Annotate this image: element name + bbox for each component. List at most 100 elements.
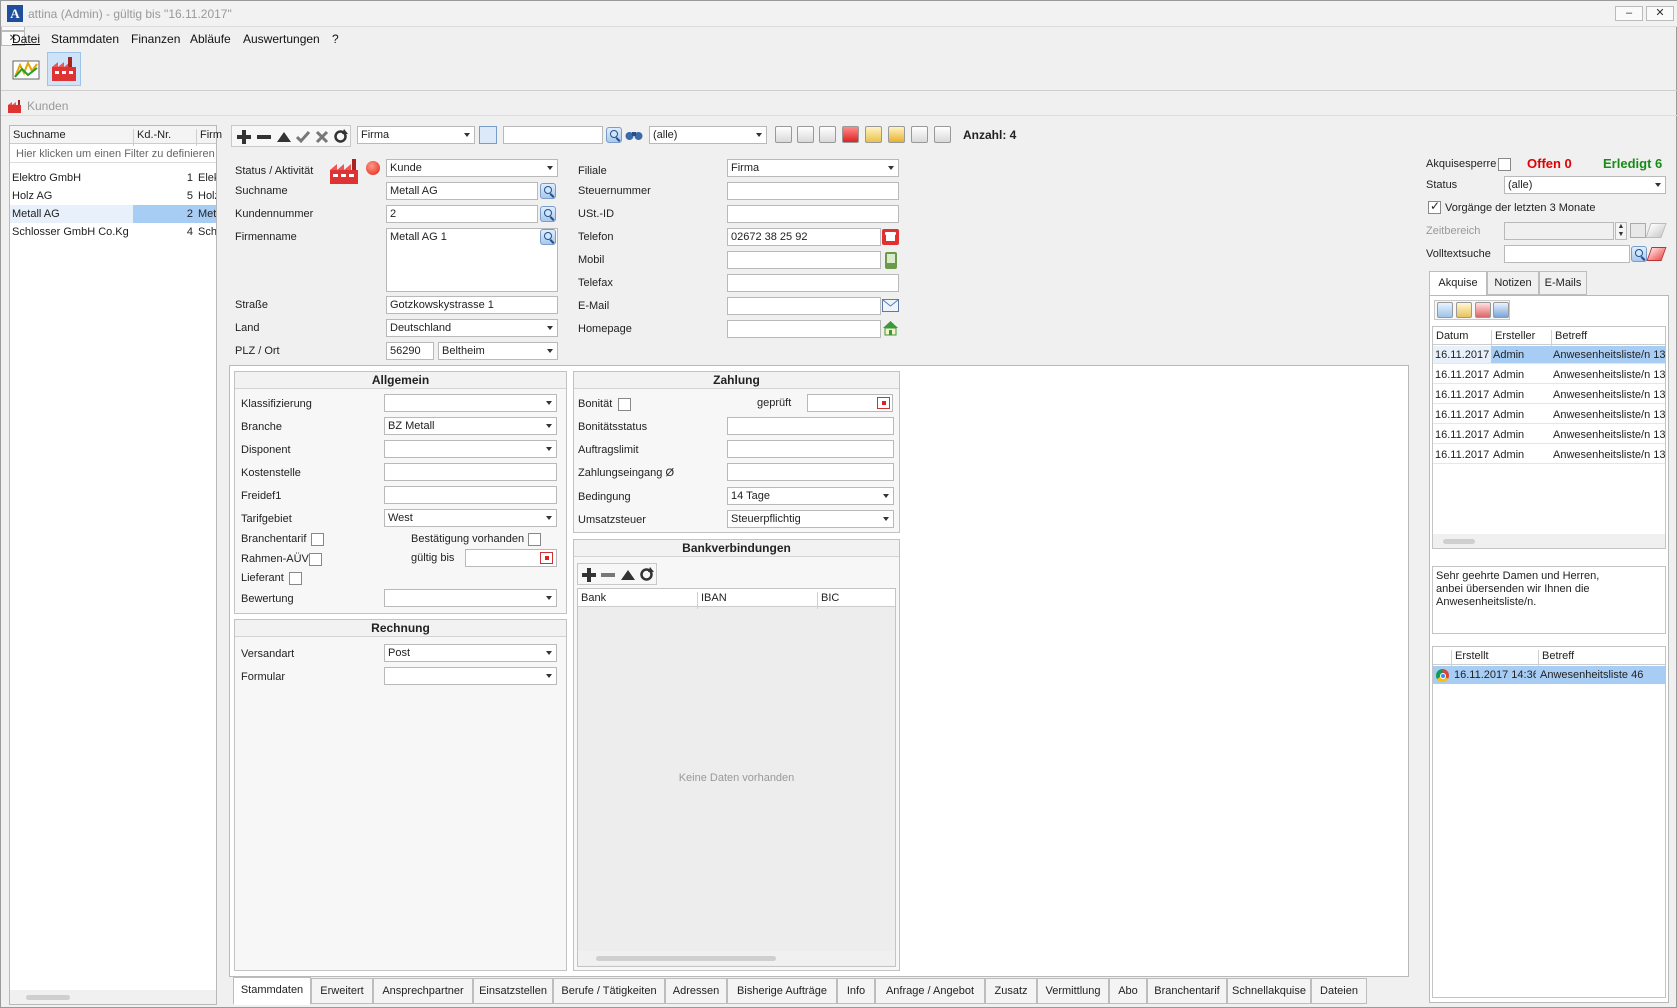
list-h-scrollbar[interactable] (10, 990, 216, 1004)
col-suchname[interactable]: Suchname (10, 129, 66, 146)
mobil-input[interactable] (727, 251, 881, 269)
col-erstellt[interactable]: Erstellt (1451, 650, 1489, 667)
telefax-input[interactable] (727, 274, 899, 292)
volltext-input[interactable] (1504, 245, 1630, 263)
edit-entry-icon[interactable] (1456, 302, 1472, 318)
calendar-icon[interactable] (1630, 223, 1646, 238)
ort-select[interactable]: Beltheim (438, 342, 558, 360)
delete-entry-icon[interactable] (1475, 302, 1491, 318)
table-row[interactable]: 16.11.2017 Admin Anwesenheitsliste/n 13 (1433, 426, 1665, 444)
table-row[interactable]: 16.11.2017 Admin Anwesenheitsliste/n 13 (1433, 446, 1665, 464)
col-bic[interactable]: BIC (817, 592, 839, 609)
calendar-icon[interactable] (877, 397, 890, 409)
rahmen-checkbox[interactable] (309, 553, 322, 566)
move-up-icon[interactable] (621, 568, 635, 582)
minimize-button[interactable]: – (1615, 6, 1643, 21)
telefon-input[interactable]: 02672 38 25 92 (727, 228, 881, 246)
search-icon[interactable] (540, 183, 556, 199)
home-icon[interactable] (882, 320, 899, 336)
refresh-icon[interactable] (333, 129, 348, 144)
folder-icon[interactable] (888, 126, 905, 143)
tab-emails[interactable]: E-Mails (1539, 271, 1587, 295)
kundennummer-input[interactable]: 2 (386, 205, 538, 223)
bank-h-scrollbar[interactable] (578, 951, 895, 965)
tab-akquise[interactable]: Akquise (1429, 271, 1487, 296)
col-betreff[interactable]: Betreff (1551, 330, 1587, 347)
tab-adressen[interactable]: Adressen (665, 978, 727, 1004)
table-row[interactable]: 16.11.2017 Admin Anwesenheitsliste/n 13 (1433, 366, 1665, 384)
table-icon[interactable] (865, 126, 882, 143)
bestaetigung-checkbox[interactable] (528, 533, 541, 546)
tab-bisherige-aufträge[interactable]: Bisherige Aufträge (727, 978, 837, 1004)
col-bank[interactable]: Bank (578, 592, 606, 609)
search-icon[interactable] (606, 127, 622, 143)
vorgaenge-checkbox[interactable] (1428, 199, 1441, 214)
remove-icon[interactable] (601, 568, 615, 582)
klassifizierung-select[interactable] (384, 394, 557, 412)
table-row[interactable]: 16.11.2017 Admin Anwesenheitsliste/n 13 (1433, 346, 1665, 364)
calendar-icon[interactable] (540, 552, 553, 564)
tab-vermittlung[interactable]: Vermittlung (1037, 978, 1109, 1004)
table-row[interactable]: 16.11.2017 Admin Anwesenheitsliste/n 13 (1433, 406, 1665, 424)
mobile-phone-icon[interactable] (885, 252, 897, 269)
versandart-select[interactable]: Post (384, 644, 557, 662)
col-firma[interactable]: Firm (196, 129, 222, 146)
tab-einsatzstellen[interactable]: Einsatzstellen (473, 978, 553, 1004)
eraser-icon[interactable] (1646, 247, 1667, 261)
factory-module-icon[interactable] (47, 52, 81, 86)
menu-help[interactable]: ? (332, 32, 339, 46)
menu-ablaeufe[interactable]: Abläufe (190, 32, 231, 46)
suchname-input[interactable]: Metall AG (386, 182, 538, 200)
col-iban[interactable]: IBAN (697, 592, 727, 609)
envelope-icon[interactable] (882, 299, 899, 312)
zahlungseingang-input[interactable] (727, 463, 894, 481)
shield-icon[interactable] (842, 126, 859, 143)
bonitaetsstatus-input[interactable] (727, 417, 894, 435)
menu-datei[interactable]: Datei (12, 32, 40, 46)
tab-info[interactable]: Info (837, 978, 875, 1004)
zeitbereich-input[interactable] (1504, 222, 1614, 240)
menu-auswertungen[interactable]: Auswertungen (243, 32, 320, 46)
branchentarif-checkbox[interactable] (311, 533, 324, 546)
bonitaet-checkbox[interactable] (618, 398, 631, 411)
eraser-icon[interactable] (1645, 223, 1667, 238)
col-ersteller[interactable]: Ersteller (1491, 330, 1535, 347)
auftragslimit-input[interactable] (727, 440, 894, 458)
tab-schnellakquise[interactable]: Schnellakquise (1227, 978, 1311, 1004)
new-entry-icon[interactable] (1437, 302, 1453, 318)
ustid-input[interactable] (727, 205, 899, 223)
phone-icon[interactable] (882, 229, 899, 245)
refresh-icon[interactable] (639, 567, 654, 582)
list-item[interactable]: Elektro GmbH 1 Elek (10, 169, 216, 187)
file-row[interactable]: 16.11.2017 14:36 Anwesenheitsliste 46 (1433, 666, 1665, 684)
filter-field-select[interactable]: Firma (357, 126, 475, 144)
add-icon[interactable] (237, 130, 251, 144)
search-icon[interactable] (1631, 246, 1647, 262)
chart-module-icon[interactable] (9, 52, 43, 86)
status-select[interactable]: Kunde (386, 159, 558, 177)
tab-zusatz[interactable]: Zusatz (985, 978, 1037, 1004)
menu-stammdaten[interactable]: Stammdaten (51, 32, 119, 46)
bedingung-select[interactable]: 14 Tage (727, 487, 894, 505)
strasse-input[interactable]: Gotzkowskystrasse 1 (386, 296, 558, 314)
formular-select[interactable] (384, 667, 557, 685)
print-icon[interactable] (934, 126, 951, 143)
bewertung-select[interactable] (384, 589, 557, 607)
tab-notizen[interactable]: Notizen (1487, 271, 1539, 295)
land-select[interactable]: Deutschland (386, 319, 558, 337)
binoculars-icon[interactable] (625, 128, 643, 142)
list-item[interactable]: Holz AG 5 Holz (10, 187, 216, 205)
table-row[interactable]: 16.11.2017 Admin Anwesenheitsliste/n 13 (1433, 386, 1665, 404)
kostenstelle-input[interactable] (384, 463, 557, 481)
edit-icon[interactable] (775, 126, 792, 143)
mail-icon[interactable] (819, 126, 836, 143)
search-icon[interactable] (540, 206, 556, 222)
status-filter-select[interactable]: (alle) (649, 126, 767, 144)
list-item-selected[interactable]: Metall AG 2 Met (10, 205, 216, 223)
filter-row[interactable]: Hier klicken um einen Filter zu definier… (10, 145, 216, 163)
tab-anfrage-angebot[interactable]: Anfrage / Angebot (875, 978, 985, 1004)
export-icon[interactable] (911, 126, 928, 143)
tab-berufe-tätigkeiten[interactable]: Berufe / Tätigkeiten (553, 978, 665, 1004)
akquise-h-scrollbar[interactable] (1433, 534, 1665, 548)
branche-select[interactable]: BZ Metall (384, 417, 557, 435)
